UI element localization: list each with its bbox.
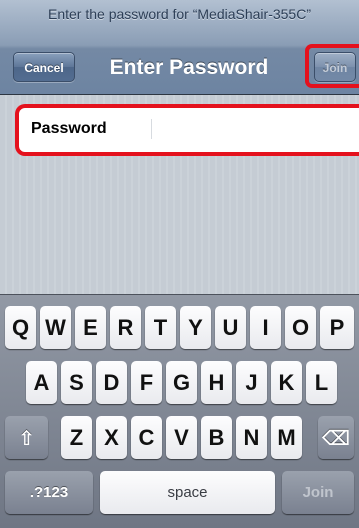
join-button-highlight <box>305 44 359 88</box>
navigation-header: Enter the password for “MediaShair-355C”… <box>0 0 359 95</box>
key-x[interactable]: X <box>96 416 127 459</box>
backspace-icon: ⌫ <box>321 428 351 450</box>
key-g[interactable]: G <box>166 361 197 404</box>
shift-arrow-icon: ⇧ <box>18 428 35 450</box>
password-field-highlight <box>15 104 359 156</box>
key-e[interactable]: E <box>75 306 106 349</box>
key-q[interactable]: Q <box>5 306 36 349</box>
key-d[interactable]: D <box>96 361 127 404</box>
key-r[interactable]: R <box>110 306 141 349</box>
key-o[interactable]: O <box>285 306 316 349</box>
key-l[interactable]: L <box>306 361 337 404</box>
keyboard: Q W E R T Y U I O P A S D F G H J K L ⇧ … <box>0 294 359 528</box>
key-s[interactable]: S <box>61 361 92 404</box>
key-i[interactable]: I <box>250 306 281 349</box>
key-a[interactable]: A <box>26 361 57 404</box>
key-b[interactable]: B <box>201 416 232 459</box>
key-p[interactable]: P <box>320 306 354 349</box>
key-n[interactable]: N <box>236 416 267 459</box>
key-z[interactable]: Z <box>61 416 92 459</box>
key-t[interactable]: T <box>145 306 176 349</box>
key-v[interactable]: V <box>166 416 197 459</box>
key-k[interactable]: K <box>271 361 302 404</box>
key-j[interactable]: J <box>236 361 267 404</box>
page-title: Enter Password <box>109 56 269 79</box>
space-key[interactable]: space <box>100 471 275 514</box>
key-m[interactable]: M <box>271 416 302 459</box>
shift-key[interactable]: ⇧ <box>5 416 48 459</box>
key-h[interactable]: H <box>201 361 232 404</box>
key-u[interactable]: U <box>215 306 246 349</box>
cancel-button[interactable]: Cancel <box>13 52 75 82</box>
key-w[interactable]: W <box>40 306 71 349</box>
key-c[interactable]: C <box>131 416 162 459</box>
password-prompt-text: Enter the password for “MediaShair-355C” <box>47 6 311 22</box>
key-y[interactable]: Y <box>180 306 211 349</box>
numbers-key[interactable]: .?123 <box>5 471 93 514</box>
delete-key[interactable]: ⌫ <box>318 416 354 459</box>
join-key[interactable]: Join <box>282 471 354 514</box>
key-f[interactable]: F <box>131 361 162 404</box>
